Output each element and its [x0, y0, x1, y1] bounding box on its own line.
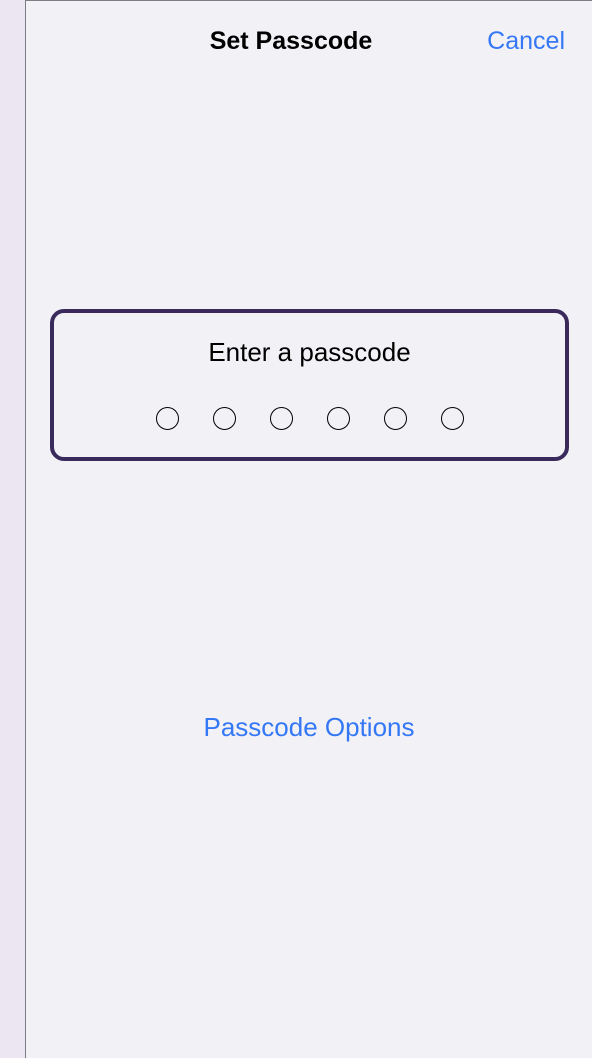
passcode-dot-1 — [155, 407, 179, 430]
passcode-dot-6 — [440, 407, 464, 430]
passcode-dots — [54, 407, 565, 430]
passcode-prompt: Enter a passcode — [208, 337, 411, 367]
passcode-dot-5 — [383, 407, 407, 430]
left-margin-strip — [0, 0, 25, 1058]
passcode-dot-4 — [326, 407, 350, 430]
passcode-dot-2 — [212, 407, 236, 430]
set-passcode-screen: Set Passcode Cancel Enter a passcode Pas… — [25, 0, 592, 1058]
cancel-button[interactable]: Cancel — [487, 27, 565, 56]
passcode-options-button[interactable]: Passcode Options — [26, 712, 592, 743]
passcode-entry-field[interactable]: Enter a passcode — [50, 309, 569, 461]
passcode-dot-3 — [269, 407, 293, 430]
